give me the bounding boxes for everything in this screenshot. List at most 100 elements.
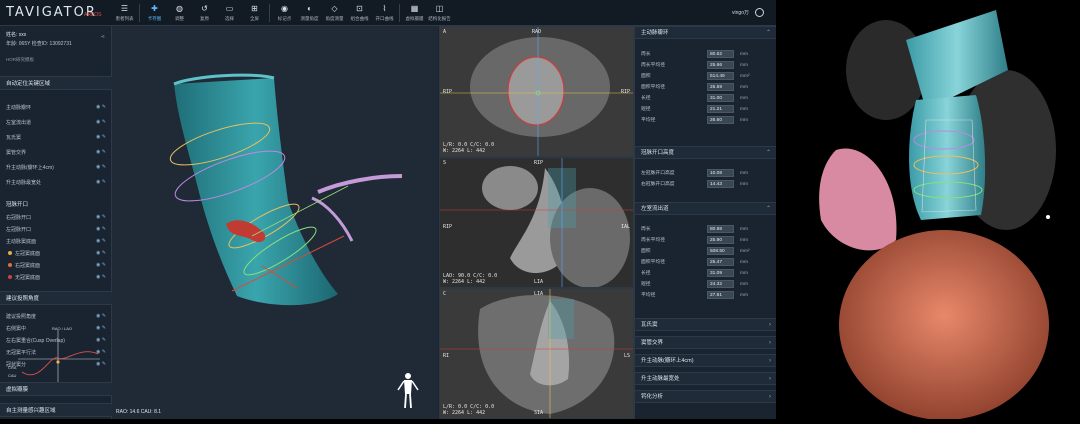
section-coronary-height[interactable]: 冠脉开口高度 ⌃ [635, 146, 777, 159]
measurement-unit: mm [740, 282, 748, 287]
measurement-value-field[interactable]: 508.50 [707, 247, 734, 255]
collapsed-section-4[interactable]: 钙化分析 › [635, 390, 777, 403]
section-projection[interactable]: 建议投照角度 [0, 291, 112, 305]
measurement-value-field[interactable]: 80.98 [707, 225, 734, 233]
visibility-edit-icon[interactable]: ◉ ✎ [96, 214, 106, 220]
collapsed-section-3[interactable]: 升主动脉最宽处 › [635, 372, 777, 385]
mpr-axial-view[interactable]: A RAO RIP RIP L/R: 0.0 C/C: 0.0 W: 2264 … [439, 26, 634, 157]
left-list-item[interactable]: 左室流出道 ◉ ✎ [6, 119, 106, 126]
measurement-value-field[interactable]: 24.32 [707, 280, 734, 288]
toolbar-button-0[interactable]: ☰ 患者列表 [112, 0, 137, 26]
toolbar-button-2[interactable]: ◍ 调整 [167, 0, 192, 26]
user-name: vingo万 [732, 10, 749, 16]
toolbar-button-5[interactable]: ⊞ 全屏 [242, 0, 267, 26]
left-list-item[interactable]: 右冠窦底面 ◉ ✎ [6, 262, 106, 269]
measurement-row: 短径 24.32 mm [641, 280, 771, 289]
chevron-right-icon: › [769, 358, 771, 364]
aorta-3d-view[interactable]: RAO: 14.6 CAU: 8.1 [112, 26, 438, 419]
left-list-item[interactable]: 无冠窦底面 ◉ ✎ [6, 274, 106, 281]
left-list-item[interactable]: 瓦氏窦 ◉ ✎ [6, 134, 106, 141]
measurement-row: 左冠脉开口高度 10.08 mm [641, 169, 771, 178]
measurement-value-field[interactable]: 21.21 [707, 105, 734, 113]
left-list-item[interactable]: 左冠窦底面 ◉ ✎ [6, 250, 106, 257]
section-coronary[interactable]: 冠脉开口 [0, 198, 112, 212]
toolbar-separator [399, 4, 400, 22]
measurement-value-field[interactable]: 25.90 [707, 236, 734, 244]
mpr1-side-left: RIP [443, 89, 453, 95]
measurement-value-field[interactable]: 31.09 [707, 269, 734, 277]
measurement-value-field[interactable]: 25.47 [707, 258, 734, 266]
left-list-item[interactable]: 右冠脉开口 ◉ ✎ [6, 214, 106, 221]
section-custom-roi[interactable]: 自主测量感兴趣区域 [0, 403, 112, 417]
mpr-coronal-view[interactable]: C LIA RI LS L/R: 0.0 C/C: 0.0 W: 2264 L:… [439, 288, 634, 419]
share-icon[interactable]: ⋖ [101, 34, 105, 40]
measurement-label: 面积平均径 [641, 85, 665, 90]
toolbar-button-11[interactable]: ▦ 虚拟瓣膜 [402, 0, 427, 26]
toolbar-label: 选择 [225, 16, 234, 21]
left-list-item[interactable]: 升主动脉最宽处 ◉ ✎ [6, 179, 106, 186]
visibility-edit-icon[interactable]: ◉ ✎ [96, 149, 106, 155]
mpr-sagittal-view[interactable]: S RIP RIP IAL LAO: 90.0 C/C: 0.0 W: 2264… [439, 157, 634, 288]
left-list-item[interactable]: 升主动脉(瓣环上4cm) ◉ ✎ [6, 164, 106, 171]
measurement-value-field[interactable]: 31.00 [707, 94, 734, 102]
toolbar-button-4[interactable]: ▭ 选择 [217, 0, 242, 26]
section-virtual-valve[interactable]: 虚拟瓣膜 [0, 382, 112, 396]
section-annulus[interactable]: 主动脉瓣环 ⌃ [635, 26, 777, 39]
visibility-edit-icon[interactable]: ◉ ✎ [96, 119, 106, 125]
collapsed-section-2[interactable]: 升主动脉(瓣环上4cm) › [635, 354, 777, 367]
collapsed-section-1[interactable]: 窦管交界 › [635, 336, 777, 349]
collapsed-section-0[interactable]: 瓦氏窦 › [635, 318, 777, 331]
visibility-edit-icon[interactable]: ◉ ✎ [96, 250, 106, 256]
section-coronary-height-label: 冠脉开口高度 [641, 150, 675, 156]
left-list-label: 瓦氏窦 [6, 135, 22, 141]
visibility-edit-icon[interactable]: ◉ ✎ [96, 164, 106, 170]
left-list-item[interactable]: 建议投照角度 ◉ ✎ [6, 313, 106, 320]
visibility-edit-icon[interactable]: ◉ ✎ [96, 262, 106, 268]
visibility-edit-icon[interactable]: ◉ ✎ [96, 274, 106, 280]
left-list-item[interactable]: 主动脉窦底面 ◉ ✎ [6, 238, 106, 245]
visibility-edit-icon[interactable]: ◉ ✎ [96, 179, 106, 185]
visibility-edit-icon[interactable]: ◉ ✎ [96, 313, 106, 319]
section-lvot[interactable]: 左室流出道 ⌃ [635, 202, 777, 215]
measurement-unit: mm [740, 63, 748, 68]
section-auto-region[interactable]: 自动定位关键区域 [0, 76, 112, 90]
visibility-edit-icon[interactable]: ◉ ✎ [96, 104, 106, 110]
measurement-row: 面积 514.49 mm² [641, 72, 771, 81]
toolbar-label: 组合曲线 [350, 16, 369, 21]
measurement-value-field[interactable]: 514.49 [707, 72, 734, 80]
toolbar-button-12[interactable]: ◫ 结构化报告 [427, 0, 452, 26]
toolbar-button-10[interactable]: ⌇ 开口曲线 [372, 0, 397, 26]
visibility-edit-icon[interactable]: ◉ ✎ [96, 226, 106, 232]
toolbar-label: 复原 [200, 16, 209, 21]
heart-3d-view[interactable] [776, 0, 1080, 420]
measurement-row: 平均径 27.81 mm [641, 291, 771, 300]
measurement-value-field[interactable]: 25.59 [707, 83, 734, 91]
chevron-up-icon: ⌃ [765, 150, 771, 156]
toolbar-button-9[interactable]: ⊡ 组合曲线 [347, 0, 372, 26]
measurement-unit: mm [740, 96, 748, 101]
measurement-value-field[interactable]: 10.08 [707, 169, 734, 177]
left-list-item[interactable]: 窦管交界 ◉ ✎ [6, 149, 106, 156]
toolbar-button-3[interactable]: ↺ 复原 [192, 0, 217, 26]
toolbar-icon: ◫ [435, 4, 444, 13]
toolbar-button-1[interactable]: ✚ 卡存图 [142, 0, 167, 26]
visibility-edit-icon[interactable]: ◉ ✎ [96, 238, 106, 244]
toolbar-button-8[interactable]: ◇ 角度测量 [322, 0, 347, 26]
measurement-value-field[interactable]: 80.62 [707, 50, 734, 58]
toolbar-button-7[interactable]: ◐ 测量角度 [297, 0, 322, 26]
measurement-row: 周长 80.98 mm [641, 225, 771, 234]
template-label: HOR研究模板 [6, 57, 34, 62]
measurement-label: 短径 [641, 282, 651, 287]
toolbar-button-6[interactable]: ◉ 标记点 [272, 0, 297, 26]
measurement-value-field[interactable]: 27.81 [707, 291, 734, 299]
measurement-value-field[interactable]: 14.43 [707, 180, 734, 188]
left-list-item[interactable]: 左冠脉开口 ◉ ✎ [6, 226, 106, 233]
visibility-edit-icon[interactable]: ◉ ✎ [96, 134, 106, 140]
user-menu[interactable]: vingo万 [732, 8, 764, 17]
toolbar-icon: ✚ [151, 4, 158, 13]
left-list-item[interactable]: 主动脉瓣环 ◉ ✎ [6, 104, 106, 111]
mpr3-top-mark: LIA [534, 291, 544, 297]
measurement-value-field[interactable]: 25.66 [707, 61, 734, 69]
measurement-value-field[interactable]: 26.60 [707, 116, 734, 124]
curve-label-a: RAO / LAO [52, 326, 72, 331]
